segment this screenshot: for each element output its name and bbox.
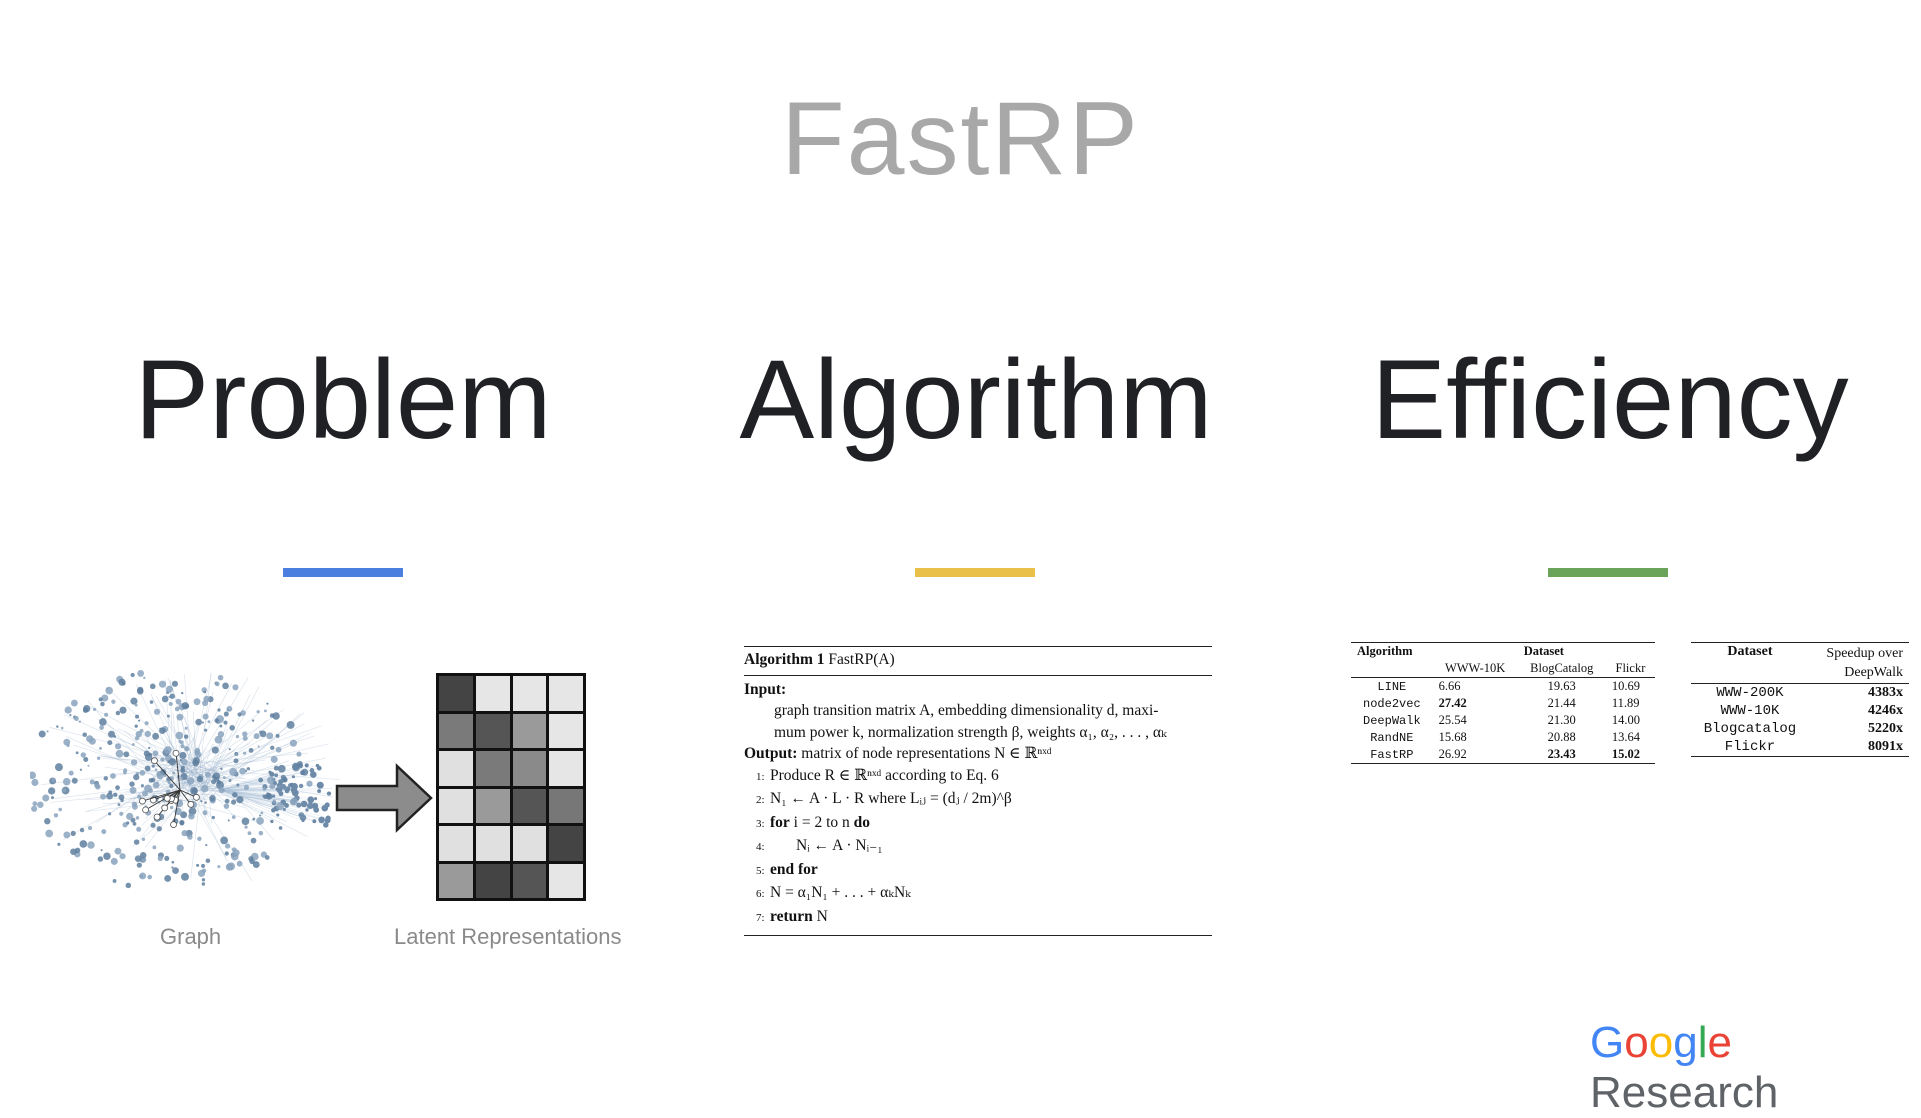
slide: FastRP Problem Algorithm Efficiency Grap… xyxy=(0,0,1921,1070)
section-heading-algorithm: Algorithm xyxy=(656,335,1296,464)
matrix-cell xyxy=(513,789,547,824)
matrix-cell xyxy=(549,789,583,824)
matrix-cell xyxy=(513,864,547,899)
table-row: DeepWalk25.5421.3014.00 xyxy=(1351,712,1655,729)
latent-caption: Latent Representations xyxy=(394,924,622,950)
matrix-cell xyxy=(439,864,473,899)
algorithm-step: 4:Nᵢ ← A · Nᵢ₋₁ xyxy=(744,835,1212,859)
algorithm-step: 6:N = α₁N₁ + . . . + αₖNₖ xyxy=(744,882,1212,906)
table-row: WWW-200K4383x xyxy=(1691,684,1909,703)
matrix-cell xyxy=(549,676,583,711)
algorithm-step: 1:Produce R ∈ ℝⁿˣᵈ according to Eq. 6 xyxy=(744,765,1212,789)
algorithm-step: 2:N₁ ← A · L · R where Lᵢⱼ = (dⱼ / 2m)^β xyxy=(744,788,1212,812)
graph-illustration xyxy=(30,670,340,910)
section-heading-problem: Problem xyxy=(23,335,663,464)
algorithm-step: 7:return N xyxy=(744,906,1212,930)
matrix-cell xyxy=(439,789,473,824)
output-text: matrix of node representations N ∈ ℝⁿˣᵈ xyxy=(801,745,1051,762)
subcol-www10k: WWW-10K xyxy=(1433,660,1518,678)
matrix-cell xyxy=(476,751,510,786)
matrix-cell xyxy=(439,714,473,749)
table-row: FastRP26.9223.4315.02 xyxy=(1351,746,1655,764)
arrow-icon xyxy=(335,762,435,834)
output-label: Output: xyxy=(744,745,797,762)
col-dataset: Dataset xyxy=(1433,643,1655,661)
matrix-cell xyxy=(476,714,510,749)
section-heading-efficiency: Efficiency xyxy=(1290,335,1921,464)
efficiency-underline xyxy=(1548,568,1668,577)
matrix-cell xyxy=(439,676,473,711)
matrix-cell xyxy=(439,751,473,786)
col-dataset-2: Dataset xyxy=(1691,643,1809,684)
accuracy-table: Algorithm Dataset WWW-10K BlogCatalog Fl… xyxy=(1351,642,1655,764)
google-wordmark: Google xyxy=(1590,1018,1732,1067)
matrix-cell xyxy=(513,826,547,861)
matrix-cell xyxy=(476,864,510,899)
input-label: Input: xyxy=(744,681,786,698)
table-row: RandNE15.6820.8813.64 xyxy=(1351,729,1655,746)
problem-underline xyxy=(283,568,403,577)
slide-title: FastRP xyxy=(0,80,1921,199)
algorithm-header: Algorithm 1 FastRP(A) xyxy=(744,649,1212,671)
google-research-logo: Google Research xyxy=(1590,1018,1921,1118)
graph-caption: Graph xyxy=(160,924,221,950)
speedup-table: Dataset Speedup overDeepWalk WWW-200K438… xyxy=(1691,642,1909,757)
matrix-cell xyxy=(549,751,583,786)
col-algorithm: Algorithm xyxy=(1351,643,1433,661)
matrix-cell xyxy=(513,751,547,786)
matrix-cell xyxy=(513,714,547,749)
matrix-cell xyxy=(549,714,583,749)
table-row: LINE6.6619.6310.69 xyxy=(1351,678,1655,696)
table-row: WWW-10K4246x xyxy=(1691,702,1909,720)
col-speedup: Speedup overDeepWalk xyxy=(1809,643,1909,684)
matrix-cell xyxy=(476,789,510,824)
matrix-cell xyxy=(476,826,510,861)
input-line-2: mum power k, normalization strength β, w… xyxy=(744,722,1212,744)
subcol-flickr: Flickr xyxy=(1606,660,1655,678)
table-row: Flickr8091x xyxy=(1691,738,1909,757)
algorithm-step: 5:end for xyxy=(744,859,1212,883)
algorithm-step: 3:for i = 2 to n do xyxy=(744,812,1212,836)
latent-matrix xyxy=(436,673,586,901)
input-line-1: graph transition matrix A, embedding dim… xyxy=(744,700,1212,722)
matrix-cell xyxy=(439,826,473,861)
table-row: node2vec27.4221.4411.89 xyxy=(1351,695,1655,712)
algorithm-underline xyxy=(915,568,1035,577)
research-wordmark: Research xyxy=(1590,1068,1778,1117)
subcol-blogcatalog: BlogCatalog xyxy=(1518,660,1606,678)
matrix-cell xyxy=(476,676,510,711)
table-row: Blogcatalog5220x xyxy=(1691,720,1909,738)
matrix-cell xyxy=(549,864,583,899)
algorithm-steps: 1:Produce R ∈ ℝⁿˣᵈ according to Eq. 62:N… xyxy=(744,765,1212,930)
algorithm-box: Algorithm 1 FastRP(A) Input: graph trans… xyxy=(744,646,1212,936)
matrix-cell xyxy=(549,826,583,861)
matrix-cell xyxy=(513,676,547,711)
